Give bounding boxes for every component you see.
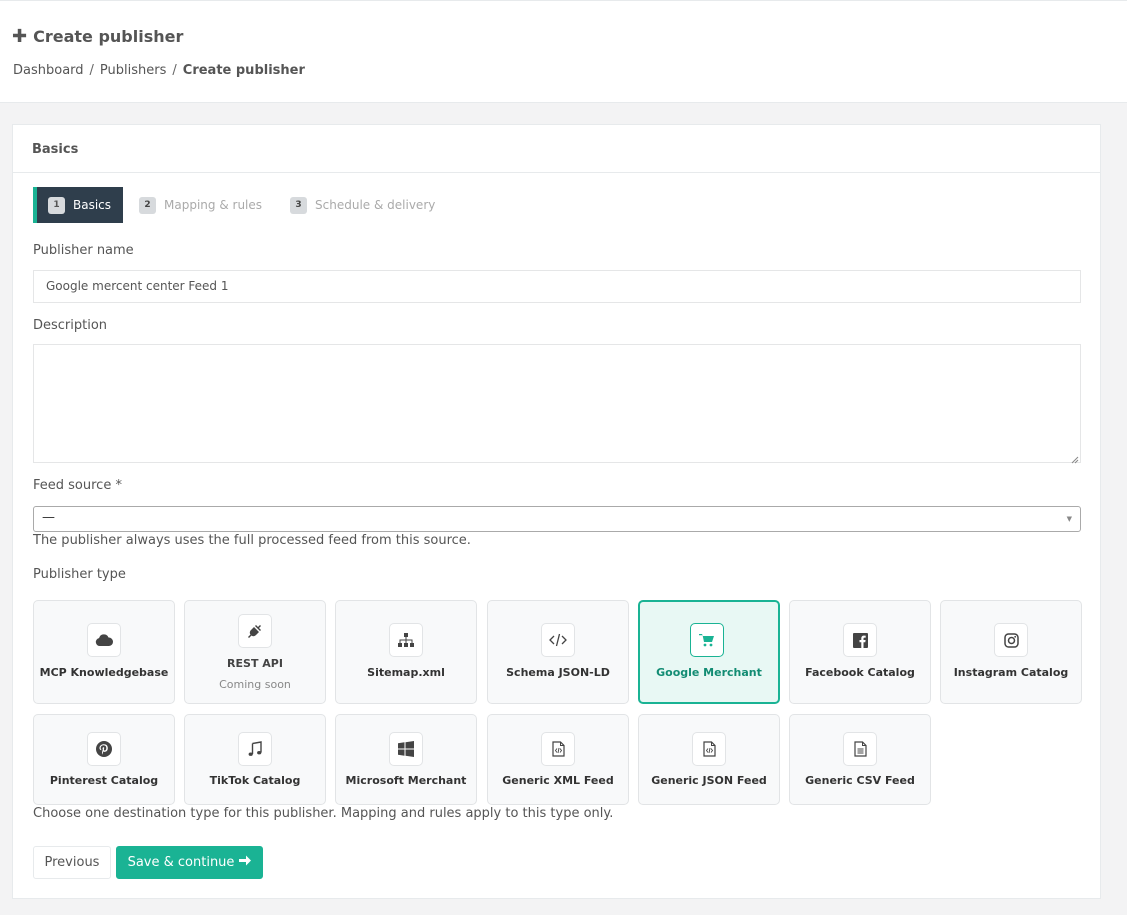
publisher-form-panel: Basics 1 Basics 2 Mapping & rules 3 Sche… [12, 124, 1101, 899]
save-continue-button[interactable]: Save & continue [116, 846, 263, 879]
feed-source-select[interactable]: — ▼ [33, 506, 1081, 532]
cart-icon [690, 623, 724, 657]
plus-icon: ✚ [12, 25, 28, 47]
facebook-icon [843, 623, 877, 657]
type-name: Generic JSON Feed [651, 774, 767, 787]
type-name: Microsoft Merchant [345, 774, 467, 787]
wizard-steps: 1 Basics 2 Mapping & rules 3 Schedule & … [33, 187, 447, 223]
type-microsoft-merchant[interactable]: Microsoft Merchant [335, 714, 477, 805]
type-name: MCP Knowledgebase [39, 666, 169, 679]
publisher-name-input[interactable]: Google mercent center Feed 1 [33, 270, 1081, 303]
dropdown-caret-icon: ▼ [1066, 515, 1072, 523]
resize-handle[interactable] [1071, 453, 1079, 464]
file-code-icon [541, 732, 575, 766]
description-textarea[interactable] [33, 344, 1081, 463]
type-schema-json-ld[interactable]: Schema JSON-LD [487, 600, 629, 704]
file-code-icon [692, 732, 726, 766]
type-name: Generic CSV Feed [805, 774, 915, 787]
type-sitemap-xml[interactable]: Sitemap.xml [335, 600, 477, 704]
type-status: Coming soon [219, 678, 291, 691]
breadcrumb-current: Create publisher [182, 63, 305, 78]
type-tiktok-catalog[interactable]: TikTok Catalog [184, 714, 326, 805]
type-google-merchant[interactable]: Google Merchant [638, 600, 780, 704]
save-continue-label: Save & continue [127, 855, 235, 870]
publisher-name-label: Publisher name [33, 243, 134, 258]
type-generic-csv-feed[interactable]: Generic CSV Feed [789, 714, 931, 805]
breadcrumb: Dashboard / Publishers / Create publishe… [13, 63, 305, 78]
previous-button[interactable]: Previous [33, 846, 111, 879]
step-label: Schedule & delivery [315, 198, 436, 212]
publisher-type-label: Publisher type [33, 567, 126, 582]
type-mcp-knowledgebase[interactable]: MCP Knowledgebase [33, 600, 175, 704]
type-instagram-catalog[interactable]: Instagram Catalog [940, 600, 1082, 704]
step-schedule-delivery[interactable]: 3 Schedule & delivery [280, 187, 447, 223]
code-icon [541, 623, 575, 657]
windows-icon [389, 732, 423, 766]
page-title-text: Create publisher [33, 27, 184, 46]
feed-source-label: Feed source * [33, 478, 122, 493]
step-number: 2 [139, 196, 157, 214]
type-rest-api[interactable]: REST API Coming soon [184, 600, 326, 704]
type-name: Generic XML Feed [502, 774, 614, 787]
step-number: 1 [48, 196, 65, 214]
step-number: 3 [290, 196, 308, 214]
type-name: Google Merchant [656, 666, 762, 679]
panel-title: Basics [13, 125, 1100, 173]
step-basics[interactable]: 1 Basics [33, 187, 124, 223]
type-generic-xml-feed[interactable]: Generic XML Feed [487, 714, 629, 805]
breadcrumb-separator: / [172, 63, 177, 78]
file-text-icon [843, 732, 877, 766]
feed-source-help: The publisher always uses the full proce… [33, 533, 471, 548]
type-pinterest-catalog[interactable]: Pinterest Catalog [33, 714, 175, 805]
music-icon [238, 732, 272, 766]
step-label: Basics [73, 198, 112, 212]
plug-icon [238, 614, 272, 648]
type-name: Sitemap.xml [367, 666, 445, 679]
pinterest-icon [87, 732, 121, 766]
page-header: ✚ Create publisher Dashboard / Publisher… [0, 0, 1127, 103]
publisher-type-help: Choose one destination type for this pub… [33, 806, 614, 821]
arrow-right-icon [239, 855, 252, 870]
step-mapping-rules[interactable]: 2 Mapping & rules [129, 187, 274, 223]
type-name: REST API [227, 657, 283, 670]
cloud-icon [87, 623, 121, 657]
breadcrumb-separator: / [89, 63, 94, 78]
step-label: Mapping & rules [164, 198, 263, 212]
type-name: TikTok Catalog [209, 774, 301, 787]
feed-source-value: — [42, 510, 55, 525]
type-name: Schema JSON-LD [506, 666, 610, 679]
instagram-icon [994, 623, 1028, 657]
sitemap-icon [389, 623, 423, 657]
type-generic-json-feed[interactable]: Generic JSON Feed [638, 714, 780, 805]
breadcrumb-publishers[interactable]: Publishers [100, 63, 166, 78]
type-name: Instagram Catalog [953, 666, 1069, 679]
page-title: ✚ Create publisher [12, 27, 183, 46]
type-name: Pinterest Catalog [49, 774, 159, 787]
breadcrumb-dashboard[interactable]: Dashboard [13, 63, 84, 78]
type-name: Facebook Catalog [805, 666, 915, 679]
description-label: Description [33, 318, 108, 333]
type-facebook-catalog[interactable]: Facebook Catalog [789, 600, 931, 704]
